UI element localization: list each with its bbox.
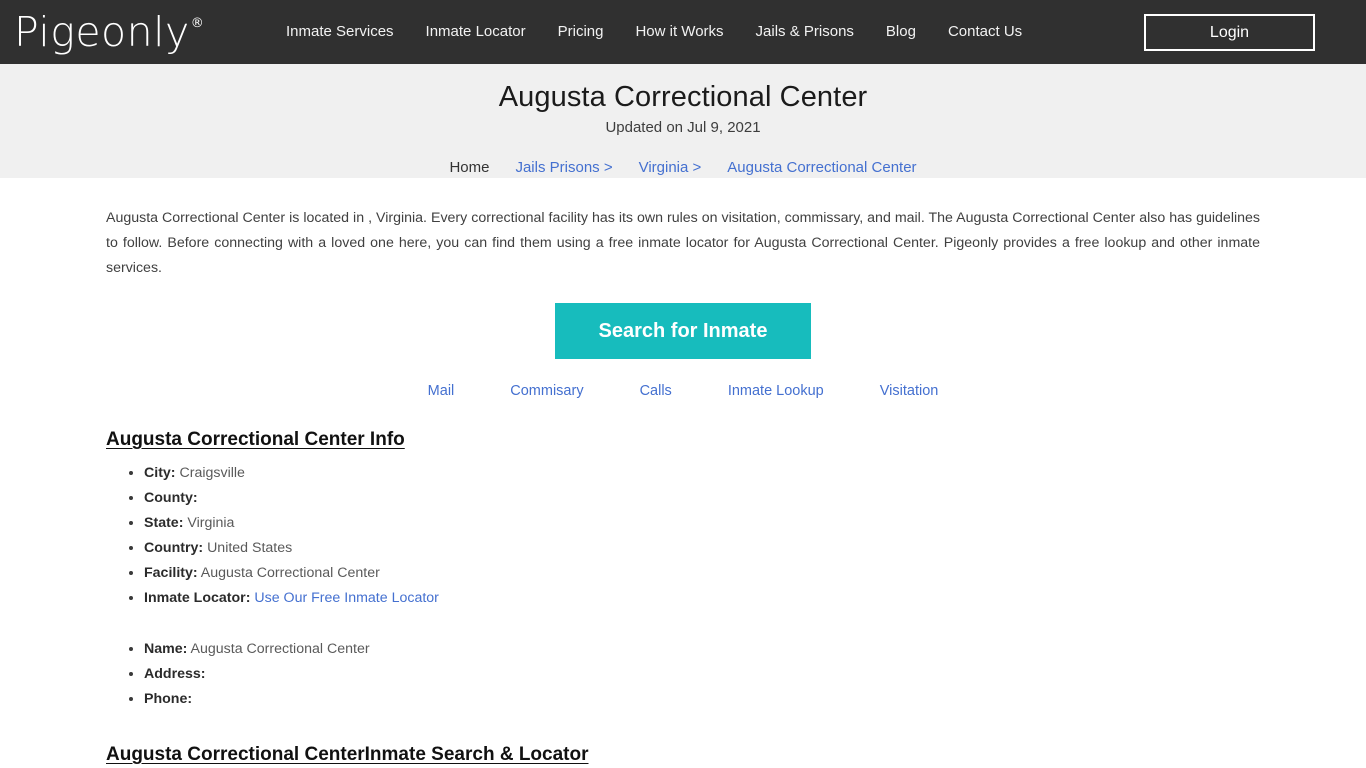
list-item: Phone: — [144, 687, 1260, 712]
registered-trademark-icon: ® — [190, 15, 205, 31]
primary-nav: Inmate Services Inmate Locator Pricing H… — [286, 0, 1022, 64]
info-value-name: Augusta Correctional Center — [190, 641, 370, 657]
inmate-search-heading: Augusta Correctional CenterInmate Search… — [106, 744, 589, 765]
info-label-county: County: — [144, 490, 198, 506]
nav-item-blog[interactable]: Blog — [886, 0, 916, 64]
search-for-inmate-button[interactable]: Search for Inmate — [555, 303, 811, 359]
nav-item-inmate-locator[interactable]: Inmate Locator — [426, 0, 526, 64]
facility-contact-list: Name: Augusta Correctional Center Addres… — [106, 637, 1260, 712]
info-value-country: United States — [207, 540, 293, 556]
list-item: County: — [144, 486, 1260, 511]
cta-container: Search for Inmate — [0, 303, 1366, 359]
quick-link-visitation[interactable]: Visitation — [880, 383, 939, 399]
main-content: Augusta Correctional Center is located i… — [0, 178, 1366, 768]
info-label-city: City: — [144, 465, 176, 481]
logo-wordmark: Pigeonly — [14, 7, 190, 56]
list-item: City: Craigsville — [144, 461, 1260, 486]
info-label-address: Address: — [144, 666, 206, 682]
list-item: Country: United States — [144, 536, 1260, 561]
quick-link-mail[interactable]: Mail — [428, 383, 455, 399]
list-item: Address: — [144, 662, 1260, 687]
quick-link-inmate-lookup[interactable]: Inmate Lookup — [728, 383, 824, 399]
info-label-facility: Facility: — [144, 565, 198, 581]
info-label-phone: Phone: — [144, 691, 193, 707]
nav-item-inmate-services[interactable]: Inmate Services — [286, 0, 394, 64]
facility-info-heading: Augusta Correctional Center Info — [106, 429, 405, 450]
quick-link-calls[interactable]: Calls — [640, 383, 672, 399]
list-item: State: Virginia — [144, 511, 1260, 536]
breadcrumb-item-virginia[interactable]: Virginia > — [639, 159, 702, 176]
nav-item-contact-us[interactable]: Contact Us — [948, 0, 1022, 64]
quick-links-row: Mail Commisary Calls Inmate Lookup Visitatio… — [0, 381, 1366, 401]
inmate-locator-link[interactable]: Use Our Free Inmate Locator — [254, 590, 439, 606]
list-item: Facility: Augusta Correctional Center — [144, 561, 1260, 586]
breadcrumb-item-home[interactable]: Home — [449, 159, 489, 176]
nav-item-how-it-works[interactable]: How it Works — [635, 0, 723, 64]
breadcrumb: Home Jails Prisons > Virginia > Augusta Cor… — [0, 158, 1366, 178]
info-label-inmate-locator: Inmate Locator: — [144, 590, 251, 606]
breadcrumb-item-jails-prisons[interactable]: Jails Prisons > — [515, 159, 612, 176]
quick-link-commisary[interactable]: Commisary — [510, 383, 583, 399]
info-label-name: Name: — [144, 641, 188, 657]
page-title: Augusta Correctional Center — [498, 81, 868, 113]
list-item: Inmate Locator: Use Our Free Inmate Loca… — [144, 586, 1260, 611]
nav-item-jails-prisons[interactable]: Jails & Prisons — [756, 0, 854, 64]
info-label-state: State: — [144, 515, 184, 531]
nav-item-pricing[interactable]: Pricing — [558, 0, 604, 64]
breadcrumb-item-current[interactable]: Augusta Correctional Center — [727, 159, 916, 176]
pigeonly-logo[interactable]: Pigeonly ® — [14, 0, 205, 64]
page-banner: Augusta Correctional Center Updated on J… — [0, 64, 1366, 178]
facility-intro-paragraph: Augusta Correctional Center is located i… — [106, 210, 1260, 276]
list-item: Name: Augusta Correctional Center — [144, 637, 1260, 662]
info-value-state: Virginia — [187, 515, 235, 531]
facility-info-list: City: Craigsville County: State: Virgini… — [106, 461, 1260, 611]
info-label-country: Country: — [144, 540, 204, 556]
facility-info-section: Augusta Correctional Center Info City: C… — [106, 401, 1260, 768]
info-value-facility: Augusta Correctional Center — [200, 565, 380, 581]
last-updated-text: Updated on Jul 9, 2021 — [605, 119, 761, 136]
info-value-city: Craigsville — [179, 465, 245, 481]
top-navigation-bar: Pigeonly ® Inmate Services Inmate Locator… — [0, 0, 1366, 64]
login-button[interactable]: Login — [1144, 14, 1315, 51]
